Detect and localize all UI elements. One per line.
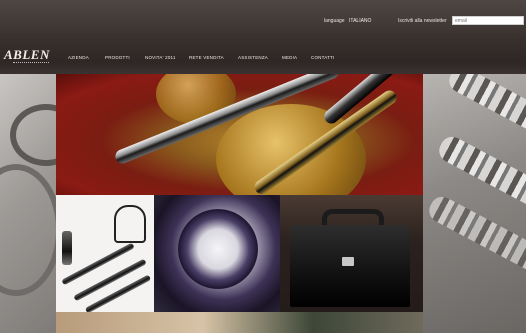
top-bar <box>0 0 526 34</box>
language-selector[interactable]: ITALIANO <box>349 18 371 24</box>
wristwatch-image[interactable] <box>154 195 280 312</box>
nav-item-novita[interactable]: NOVITA' 2011 <box>145 55 176 60</box>
brand-logo[interactable]: ABLEN <box>4 47 50 63</box>
crest-icon <box>114 205 146 243</box>
briefcase-lock <box>342 257 354 266</box>
newsletter-label: Iscriviti alla newsletter <box>398 18 447 24</box>
logo-underline <box>13 62 49 65</box>
watch-face <box>178 209 258 289</box>
background-right-pen-image <box>423 74 526 333</box>
nav-item-media[interactable]: MEDIA <box>282 55 297 60</box>
briefcase-image[interactable] <box>280 195 423 312</box>
nav-item-rete-vendita[interactable]: RETE VENDITA <box>189 55 224 60</box>
background-left-panel <box>0 74 82 333</box>
language-label: language <box>324 18 345 24</box>
hero-fountain-pen-coin-image[interactable] <box>56 74 423 195</box>
newsletter-email-input[interactable] <box>452 16 524 25</box>
nav-item-azienda[interactable]: AZIENDA <box>68 55 89 60</box>
pen-set-image[interactable] <box>56 195 154 312</box>
nav-item-assistenza[interactable]: ASSISTENZA <box>238 55 268 60</box>
bottom-feature-image[interactable] <box>56 312 423 333</box>
nav-item-prodotti[interactable]: PRODOTTI <box>105 55 130 60</box>
main-nav <box>0 34 526 74</box>
nav-item-contatti[interactable]: CONTATTI <box>311 55 334 60</box>
briefcase-body <box>290 225 410 307</box>
